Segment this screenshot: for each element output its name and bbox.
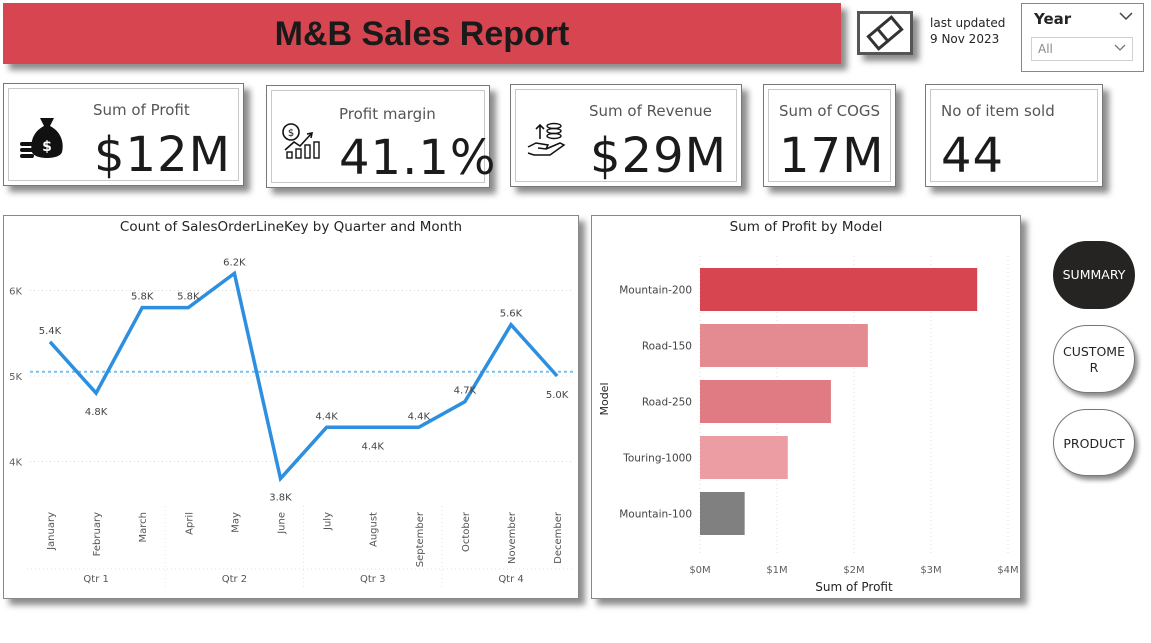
y-tick-label: Mountain-200 (619, 285, 692, 297)
nav-summary-label: SUMMARY (1062, 267, 1126, 282)
x-tick-label: $4M (997, 565, 1018, 576)
y-tick-label: Mountain-100 (619, 509, 692, 521)
x-tick-label: May (230, 512, 241, 533)
nav-customer-label: CUSTOMER (1063, 344, 1125, 375)
data-label: 4.7K (454, 386, 477, 397)
slicer-title: Year (1034, 10, 1072, 28)
svg-text:$: $ (42, 139, 52, 155)
bar (700, 436, 788, 479)
kpi-label: No of item sold (941, 102, 1055, 120)
y-tick-label: Road-250 (642, 397, 692, 409)
nav-product-label: PRODUCT (1063, 436, 1125, 451)
quarter-label: Qtr 4 (498, 574, 523, 585)
x-tick-label: March (138, 512, 149, 542)
money-bag-icon: $ (20, 118, 63, 158)
year-slicer: Year All (1021, 3, 1144, 72)
y-tick-label: 6K (9, 287, 22, 298)
data-label: 4.4K (408, 411, 431, 422)
last-updated-label: last updated (930, 16, 1006, 30)
report-title: M&B Sales Report (274, 15, 570, 53)
last-updated: last updated 9 Nov 2023 (930, 15, 1005, 47)
x-tick-label: December (553, 511, 564, 564)
x-tick-label: February (92, 512, 103, 556)
chevron-down-icon (1114, 44, 1126, 51)
bar-chart-panel: Sum of Profit by Model $0M $1M $2M $3M $4M Mo… (591, 215, 1021, 599)
year-dropdown[interactable]: All (1031, 37, 1133, 61)
data-label: 3.8K (269, 493, 292, 504)
data-label: 5.8K (177, 292, 200, 303)
quarter-label: Qtr 3 (360, 574, 385, 585)
kpi-card-revenue: Sum of Revenue $29M (510, 84, 742, 187)
data-label: 5.6K (500, 309, 523, 320)
x-tick-label: January (46, 512, 57, 551)
kpi-label: Profit margin (339, 105, 436, 123)
x-tick-label: $0M (689, 565, 710, 576)
data-label: 4.4K (315, 411, 338, 422)
x-tick-label: November (507, 511, 518, 564)
data-label: 4.4K (361, 441, 384, 452)
kpi-card-cogs: Sum of COGS 17M (763, 84, 896, 187)
kpi-value: $12M (94, 127, 232, 183)
x-tick-label: $3M (920, 565, 941, 576)
line-chart-panel: Count of SalesOrderLineKey by Quarter an… (3, 215, 579, 599)
kpi-value: 17M (779, 128, 885, 184)
kpi-card-margin: $ Profit margin 41.1% (266, 85, 495, 188)
line-chart[interactable]: 4K 5K 6K 5.4K 4.8K 5.8K 5.8K 6.2K 3.8K 4.4K 4.4K 4.… (4, 216, 578, 598)
kpi-label: Sum of Revenue (589, 102, 712, 120)
x-tick-label: $2M (843, 565, 864, 576)
data-label: 4.8K (85, 407, 108, 418)
bar (700, 268, 978, 311)
data-label: 6.2K (223, 257, 246, 268)
kpi-value: 41.1% (339, 130, 497, 186)
bar (700, 380, 831, 423)
x-tick-label: June (277, 512, 288, 535)
bar-chart[interactable]: $0M $1M $2M $3M $4M Mountain-200 Road-150 Road-… (592, 216, 1020, 598)
x-axis-title: Sum of Profit (815, 580, 893, 594)
profit-growth-chart-icon: $ (282, 123, 320, 159)
last-updated-date: 9 Nov 2023 (930, 32, 1000, 46)
x-tick-label: July (323, 512, 334, 531)
bar (700, 492, 745, 535)
y-tick-label: 5K (9, 372, 22, 383)
kpi-card-profit: $ Sum of Profit $12M (3, 83, 244, 186)
chevron-down-icon[interactable] (1119, 11, 1133, 21)
quarter-label: Qtr 1 (83, 574, 108, 585)
eraser-icon (866, 15, 904, 51)
data-label: 5.0K (546, 390, 569, 401)
kpi-value: 44 (941, 128, 1005, 184)
nav-customer-button[interactable]: CUSTOMER (1053, 325, 1135, 393)
x-tick-label: $1M (766, 565, 787, 576)
bar (700, 324, 868, 367)
x-tick-label: September (415, 511, 426, 567)
kpi-card-items-sold: No of item sold 44 (925, 84, 1103, 187)
data-label: 5.4K (39, 326, 62, 337)
y-axis-title: Model (598, 382, 611, 415)
quarter-label: Qtr 2 (222, 574, 247, 585)
x-tick-label: October (461, 511, 472, 552)
title-banner: M&B Sales Report (3, 3, 841, 64)
hand-coins-icon (527, 122, 566, 156)
x-tick-label: August (369, 512, 380, 547)
nav-summary-button[interactable]: SUMMARY (1053, 241, 1135, 309)
y-tick-label: Touring-1000 (622, 453, 692, 465)
kpi-value: $29M (590, 128, 728, 184)
year-dropdown-value: All (1038, 42, 1053, 56)
data-label: 5.8K (131, 292, 154, 303)
x-tick-label: April (184, 512, 195, 535)
y-tick-label: 4K (9, 458, 22, 469)
nav-product-button[interactable]: PRODUCT (1053, 409, 1135, 476)
svg-text:$: $ (288, 128, 294, 139)
clear-filters-button[interactable] (857, 11, 913, 55)
y-tick-label: Road-150 (642, 341, 692, 353)
kpi-label: Sum of Profit (93, 101, 190, 119)
kpi-label: Sum of COGS (779, 102, 881, 120)
